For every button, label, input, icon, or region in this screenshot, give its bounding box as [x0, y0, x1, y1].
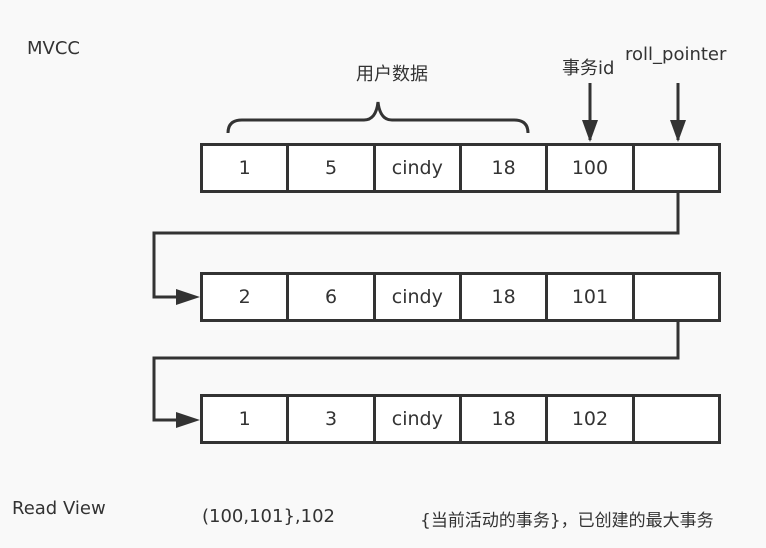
record-cell: 18 — [462, 275, 549, 319]
record-cell: 6 — [289, 275, 376, 319]
trx-id-cell: 102 — [548, 397, 635, 441]
record-cell: 2 — [203, 275, 290, 319]
roll-pointer-cell — [635, 397, 718, 441]
user-data-brace — [226, 101, 530, 134]
trx-id-arrowhead — [582, 120, 598, 142]
record-cell: cindy — [376, 397, 462, 441]
read-view-label: Read View — [12, 498, 106, 519]
record-version-1: 1 5 cindy 18 100 — [200, 143, 721, 193]
read-view-value: (100,101},102 — [202, 506, 335, 527]
record-cell: 18 — [462, 146, 549, 190]
roll-pointer-arrowhead — [670, 120, 686, 142]
record-cell: 18 — [462, 397, 549, 441]
roll-pointer-cell — [635, 275, 718, 319]
version-link-2-arrowhead — [176, 412, 200, 428]
trx-id-cell: 101 — [548, 275, 635, 319]
record-version-3: 1 3 cindy 18 102 — [200, 394, 721, 444]
roll-pointer-cell — [635, 146, 718, 190]
record-cell: 3 — [289, 397, 376, 441]
record-version-2: 2 6 cindy 18 101 — [200, 272, 721, 322]
version-link-1-arrowhead — [176, 289, 200, 305]
trx-id-cell: 100 — [548, 146, 635, 190]
record-cell: cindy — [376, 275, 462, 319]
read-view-description: {当前活动的事务}，已创建的最大事务 — [420, 511, 714, 531]
record-cell: 1 — [203, 397, 290, 441]
record-cell: cindy — [376, 146, 462, 190]
record-cell: 5 — [289, 146, 376, 190]
record-cell: 1 — [203, 146, 290, 190]
